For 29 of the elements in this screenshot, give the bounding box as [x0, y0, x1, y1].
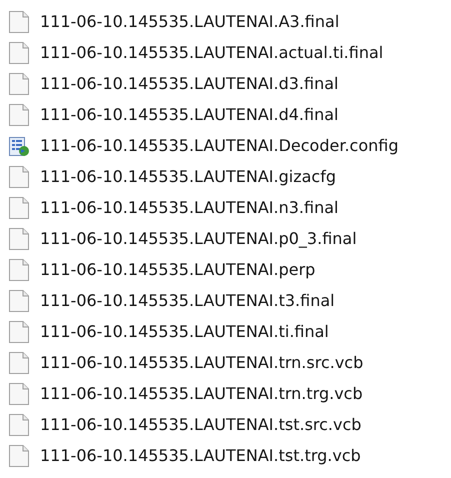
- file-name[interactable]: 111-06-10.145535.LAUTENAI.tst.src.vcb: [40, 412, 362, 436]
- file-name[interactable]: 111-06-10.145535.LAUTENAI.gizacfg: [40, 164, 336, 188]
- file-name[interactable]: 111-06-10.145535.LAUTENAI.trn.src.vcb: [40, 350, 364, 374]
- document-icon: [8, 10, 30, 34]
- file-name[interactable]: 111-06-10.145535.LAUTENAI.p0_3.final: [40, 226, 357, 250]
- document-icon: [8, 196, 30, 220]
- file-name[interactable]: 111-06-10.145535.LAUTENAI.t3.final: [40, 288, 335, 312]
- file-name[interactable]: 111-06-10.145535.LAUTENAI.ti.final: [40, 320, 329, 344]
- file-name[interactable]: 111-06-10.145535.LAUTENAI.tst.trg.vcb: [40, 444, 361, 468]
- document-icon: [8, 102, 30, 126]
- document-icon: [8, 320, 30, 344]
- file-name[interactable]: 111-06-10.145535.LAUTENAI.Decoder.config: [40, 134, 398, 158]
- file-name[interactable]: 111-06-10.145535.LAUTENAI.n3.final: [40, 196, 338, 220]
- document-icon: [8, 288, 30, 312]
- file-name[interactable]: 111-06-10.145535.LAUTENAI.perp: [40, 258, 316, 282]
- document-icon: [8, 412, 30, 436]
- document-icon: [8, 164, 30, 188]
- document-icon: [8, 350, 30, 374]
- document-icon: [8, 72, 30, 96]
- file-name[interactable]: 111-06-10.145535.LAUTENAI.actual.ti.final: [40, 40, 384, 64]
- document-icon: [8, 40, 30, 64]
- file-name[interactable]: 111-06-10.145535.LAUTENAI.A3.final: [40, 10, 340, 34]
- file-name[interactable]: 111-06-10.145535.LAUTENAI.d3.final: [40, 72, 338, 96]
- file-name[interactable]: 111-06-10.145535.LAUTENAI.d4.final: [40, 102, 338, 126]
- document-icon: [8, 226, 30, 250]
- document-icon: [8, 444, 30, 468]
- file-name[interactable]: 111-06-10.145535.LAUTENAI.trn.trg.vcb: [40, 382, 363, 406]
- document-icon: [8, 258, 30, 282]
- document-icon: [8, 382, 30, 406]
